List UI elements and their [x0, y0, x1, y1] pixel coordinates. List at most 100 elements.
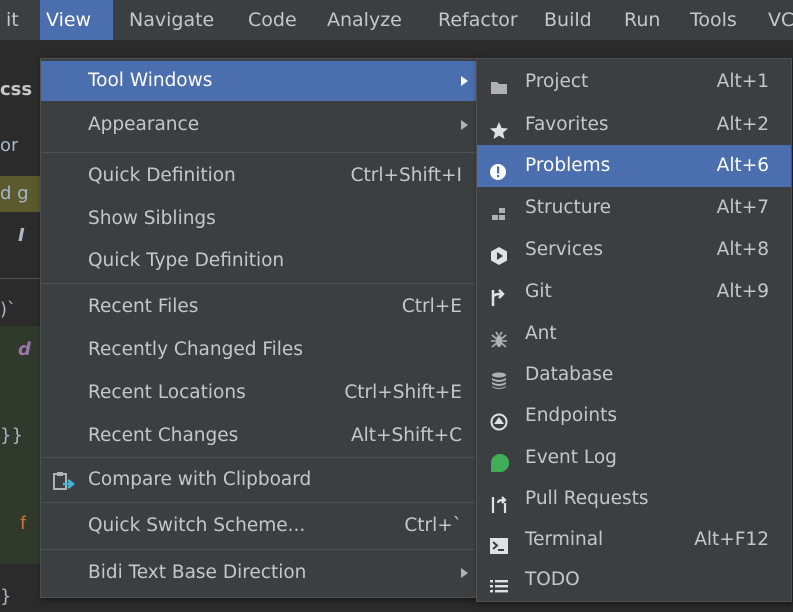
services-icon	[489, 240, 509, 265]
menu-item-label: Bidi Text Base Direction	[88, 562, 307, 583]
star-icon	[489, 115, 509, 139]
bg-fragment: d g	[0, 183, 29, 204]
menu-item-tool-windows[interactable]: Tool Windows	[41, 61, 476, 101]
menu-item-quick-type-definition[interactable]: Quick Type Definition	[41, 241, 476, 281]
endpoints-icon	[489, 406, 509, 431]
submenu-item-label: Endpoints	[525, 405, 617, 426]
menu-item-label: Show Siblings	[88, 208, 216, 229]
compare-clipboard-icon	[51, 469, 76, 491]
tool-window-ant[interactable]: Ant	[477, 313, 791, 355]
menu-refactor[interactable]: Refactor	[432, 0, 524, 40]
submenu-arrow-icon	[461, 120, 468, 130]
submenu-item-label: Services	[525, 239, 604, 260]
menu-separator	[42, 502, 475, 503]
submenu-item-label: Pull Requests	[525, 488, 649, 509]
menu-item-appearance[interactable]: Appearance	[41, 105, 476, 145]
view-menu: Tool Windows Appearance Quick Definition…	[40, 58, 477, 598]
submenu-arrow-icon	[461, 568, 468, 578]
menu-analyze[interactable]: Analyze	[321, 0, 408, 40]
menu-item-quick-definition[interactable]: Quick Definition Ctrl+Shift+I	[41, 156, 476, 196]
menu-tools[interactable]: Tools	[684, 0, 743, 40]
tool-window-problems[interactable]: Problems Alt+6	[477, 145, 791, 187]
tool-window-structure[interactable]: Structure Alt+7	[477, 187, 791, 229]
menu-build[interactable]: Build	[538, 0, 598, 40]
menu-item-label: Quick Type Definition	[88, 250, 285, 271]
submenu-item-shortcut: Alt+1	[716, 71, 769, 92]
menu-edit[interactable]: it	[0, 0, 25, 40]
menu-separator	[42, 283, 475, 284]
menu-separator	[42, 457, 475, 458]
menu-separator	[42, 152, 475, 153]
menu-item-recent-changes[interactable]: Recent Changes Alt+Shift+C	[41, 416, 476, 456]
ant-icon	[489, 324, 509, 348]
tool-window-endpoints[interactable]: Endpoints	[477, 395, 791, 437]
tool-window-pull-requests[interactable]: Pull Requests	[477, 478, 791, 520]
menu-view[interactable]: View	[40, 0, 113, 40]
tool-window-services[interactable]: Services Alt+8	[477, 229, 791, 271]
menu-item-label: Quick Definition	[88, 165, 236, 186]
menu-item-bidi-text-direction[interactable]: Bidi Text Base Direction	[41, 553, 476, 593]
submenu-item-label: Ant	[525, 323, 557, 344]
submenu-item-label: Terminal	[525, 529, 604, 550]
menu-item-label: Compare with Clipboard	[88, 469, 312, 490]
menu-item-label: Tool Windows	[88, 70, 213, 91]
menu-item-label: Recent Locations	[88, 382, 246, 403]
menu-run[interactable]: Run	[618, 0, 666, 40]
menu-code[interactable]: Code	[242, 0, 303, 40]
todo-icon	[489, 570, 509, 593]
menu-item-label: Quick Switch Scheme...	[88, 515, 306, 536]
terminal-icon	[489, 530, 509, 554]
menu-item-shortcut: Ctrl+E	[401, 296, 462, 317]
menu-bar: it View Navigate Code Analyze Refactor B…	[0, 0, 793, 41]
menu-item-label: Recently Changed Files	[88, 339, 303, 360]
menu-item-label: Appearance	[88, 114, 200, 135]
bg-fragment: or	[0, 135, 19, 156]
submenu-item-shortcut: Alt+F12	[694, 529, 769, 550]
database-icon	[489, 365, 509, 389]
submenu-item-shortcut: Alt+8	[716, 239, 769, 260]
submenu-item-label: Project	[525, 71, 589, 92]
submenu-item-label: Event Log	[525, 447, 617, 468]
menu-separator	[42, 549, 475, 550]
submenu-item-shortcut: Alt+6	[716, 155, 769, 176]
submenu-item-shortcut: Alt+7	[716, 197, 769, 218]
tool-window-project[interactable]: Project Alt+1	[477, 61, 791, 103]
menu-item-compare-clipboard[interactable]: Compare with Clipboard	[41, 460, 476, 500]
menu-item-show-siblings[interactable]: Show Siblings	[41, 199, 476, 239]
folder-icon	[489, 72, 509, 94]
pull-requests-icon	[489, 489, 509, 513]
menu-vcs[interactable]: VC	[762, 0, 793, 40]
tool-window-todo[interactable]: TODO	[477, 559, 791, 601]
bg-fragment: )`	[0, 299, 17, 320]
submenu-item-shortcut: Alt+9	[716, 281, 769, 302]
bg-fragment: I	[18, 225, 25, 246]
submenu-item-shortcut: Alt+2	[716, 114, 769, 135]
tool-window-favorites[interactable]: Favorites Alt+2	[477, 104, 791, 146]
structure-icon	[489, 198, 509, 220]
submenu-item-label: Problems	[525, 155, 611, 176]
menu-item-shortcut: Ctrl+Shift+I	[350, 165, 462, 186]
tool-window-event-log[interactable]: Event Log	[477, 437, 791, 479]
event-log-icon	[489, 448, 509, 472]
menu-item-shortcut: Ctrl+Shift+E	[344, 382, 462, 403]
tool-window-git[interactable]: Git Alt+9	[477, 271, 791, 313]
bg-fragment: css	[0, 79, 33, 100]
menu-item-recent-files[interactable]: Recent Files Ctrl+E	[41, 287, 476, 327]
submenu-item-label: Git	[525, 281, 552, 302]
menu-item-recently-changed-files[interactable]: Recently Changed Files	[41, 330, 476, 370]
editor-background: css or d g I )` d }} f }	[0, 41, 40, 607]
submenu-item-label: Favorites	[525, 114, 609, 135]
menu-item-quick-switch-scheme[interactable]: Quick Switch Scheme... Ctrl+`	[41, 506, 476, 546]
menu-item-recent-locations[interactable]: Recent Locations Ctrl+Shift+E	[41, 373, 476, 413]
bg-fragment: }	[0, 586, 12, 607]
problems-icon	[489, 156, 509, 180]
bg-fragment: d	[18, 339, 31, 360]
tool-window-terminal[interactable]: Terminal Alt+F12	[477, 519, 791, 561]
submenu-item-label: Database	[525, 364, 614, 385]
menu-item-label: Recent Files	[88, 296, 199, 317]
tool-windows-submenu: Project Alt+1 Favorites Alt+2 Problems A…	[476, 58, 792, 602]
git-icon	[489, 282, 509, 306]
submenu-arrow-icon	[461, 76, 468, 86]
menu-navigate[interactable]: Navigate	[123, 0, 220, 40]
tool-window-database[interactable]: Database	[477, 354, 791, 396]
